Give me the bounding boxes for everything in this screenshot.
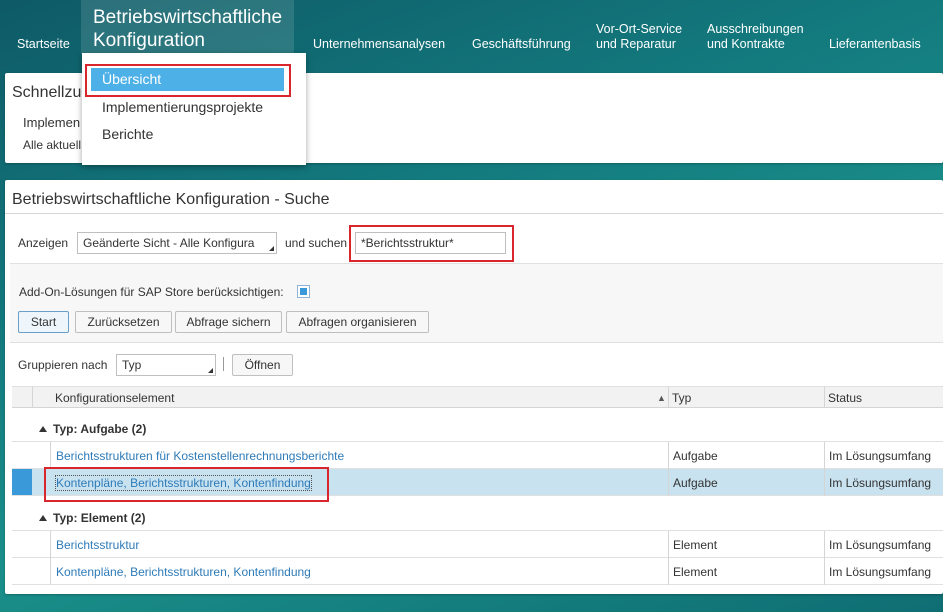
- header-status[interactable]: Status: [828, 391, 862, 405]
- table-row[interactable]: Berichtsstrukturen für Kostenstellenrech…: [12, 442, 943, 469]
- quick-access-line: Implemen: [23, 115, 81, 130]
- col-separator: [50, 442, 51, 469]
- group-row-element[interactable]: Typ: Element (2): [12, 504, 943, 531]
- select-caret-icon: [269, 246, 274, 251]
- cell-type: Aufgabe: [673, 476, 718, 490]
- col-separator: [50, 531, 51, 558]
- group-label: Typ: Aufgabe (2): [53, 422, 147, 436]
- table-row-selected[interactable]: Kontenpläne, Berichtsstrukturen, Kontenf…: [32, 469, 943, 496]
- sort-asc-icon[interactable]: ▲: [657, 393, 666, 403]
- row-selector[interactable]: [12, 469, 32, 496]
- col-separator: [824, 531, 825, 558]
- cell-type: Aufgabe: [673, 449, 718, 463]
- toolbar-divider: [223, 357, 224, 371]
- open-button[interactable]: Öffnen: [232, 354, 293, 376]
- nav-vor-ort-service[interactable]: Vor-Ort-Service und Reparatur: [596, 22, 682, 52]
- nav-startseite[interactable]: Startseite: [17, 37, 70, 52]
- cell-name-link[interactable]: Berichtsstrukturen für Kostenstellenrech…: [56, 449, 344, 463]
- quick-access-title: Schnellzu: [12, 84, 82, 101]
- table-header: Konfigurationselement ▲ Typ Status: [12, 386, 943, 408]
- nav-aus-line1: Ausschreibungen: [707, 22, 804, 36]
- select-caret-icon: [208, 368, 213, 373]
- nav-dropdown-menu: Übersicht Implementierungsprojekte Beric…: [82, 53, 306, 165]
- cell-name-link[interactable]: Kontenpläne, Berichtsstrukturen, Kontenf…: [56, 565, 311, 579]
- cell-name-link[interactable]: Kontenpläne, Berichtsstrukturen, Kontenf…: [55, 475, 312, 491]
- quick-access-link[interactable]: Alle aktuell: [23, 138, 81, 152]
- group-by-value: Typ: [122, 358, 142, 372]
- nav-vor-line2: und Reparatur: [596, 37, 676, 51]
- title-divider: [5, 213, 943, 214]
- reset-button[interactable]: Zurücksetzen: [75, 311, 172, 333]
- col-separator: [824, 558, 825, 585]
- nav-active-line1: Betriebswirtschaftliche: [93, 7, 283, 28]
- menu-item-berichte[interactable]: Berichte: [102, 126, 153, 142]
- nav-unternehmensanalysen[interactable]: Unternehmensanalysen: [313, 37, 445, 52]
- nav-ausschreibungen[interactable]: Ausschreibungen und Kontrakte: [707, 22, 804, 52]
- nav-lieferantenbasis[interactable]: Lieferantenbasis: [829, 37, 921, 52]
- cell-type: Element: [673, 538, 718, 552]
- search-title: Betriebswirtschaftliche Konfiguration - …: [12, 191, 330, 208]
- col-separator: [824, 442, 825, 469]
- organize-queries-button[interactable]: Abfragen organisieren: [286, 311, 429, 333]
- col-separator: [50, 558, 51, 585]
- and-search-label: und suchen: [285, 236, 348, 250]
- col-separator: [668, 442, 669, 469]
- show-label: Anzeigen: [18, 236, 69, 250]
- col-separator: [668, 469, 669, 496]
- group-row-aufgabe[interactable]: Typ: Aufgabe (2): [12, 415, 943, 442]
- addon-label: Add-On-Lösungen für SAP Store berücksich…: [19, 285, 284, 299]
- table-row[interactable]: Berichtsstruktur Element Im Lösungsumfan…: [12, 531, 943, 558]
- nav-betriebswirtschaftliche-konfiguration[interactable]: Betriebswirtschaftliche Konfiguration: [81, 0, 295, 54]
- addon-checkbox[interactable]: [297, 285, 310, 298]
- collapse-icon[interactable]: [39, 515, 47, 521]
- cell-name-link[interactable]: Berichtsstruktur: [56, 538, 139, 552]
- cell-type: Element: [673, 565, 718, 579]
- header-konfigurationselement[interactable]: Konfigurationselement: [55, 391, 174, 405]
- cell-status: Im Lösungsumfang: [829, 476, 932, 490]
- cell-status: Im Lösungsumfang: [829, 538, 932, 552]
- nav-aus-line2: und Kontrakte: [707, 37, 785, 51]
- show-select-value: Geänderte Sicht - Alle Konfigura: [83, 236, 255, 250]
- save-query-button[interactable]: Abfrage sichern: [175, 311, 282, 333]
- col-separator: [668, 558, 669, 585]
- nav-active-line2: Konfiguration: [93, 30, 205, 51]
- search-input[interactable]: *Berichtsstruktur*: [355, 232, 506, 254]
- col-separator: [668, 531, 669, 558]
- group-by-label: Gruppieren nach: [18, 358, 108, 372]
- menu-item-uebersicht[interactable]: Übersicht: [91, 68, 284, 91]
- collapse-icon[interactable]: [39, 426, 47, 432]
- col-separator: [824, 387, 825, 407]
- col-separator: [32, 387, 33, 407]
- group-label: Typ: Element (2): [53, 511, 146, 525]
- nav-geschaeftsfuehrung[interactable]: Geschäftsführung: [472, 37, 571, 52]
- cell-status: Im Lösungsumfang: [829, 565, 932, 579]
- menu-item-implementierungsprojekte[interactable]: Implementierungsprojekte: [102, 99, 263, 115]
- cell-status: Im Lösungsumfang: [829, 449, 932, 463]
- table-row[interactable]: Kontenpläne, Berichtsstrukturen, Kontenf…: [12, 558, 943, 585]
- col-separator: [824, 469, 825, 496]
- group-by-select[interactable]: Typ: [116, 354, 216, 376]
- show-select[interactable]: Geänderte Sicht - Alle Konfigura: [77, 232, 277, 254]
- nav-vor-line1: Vor-Ort-Service: [596, 22, 683, 36]
- header-typ[interactable]: Typ: [672, 391, 691, 405]
- start-button[interactable]: Start: [18, 311, 69, 333]
- col-separator: [668, 387, 669, 407]
